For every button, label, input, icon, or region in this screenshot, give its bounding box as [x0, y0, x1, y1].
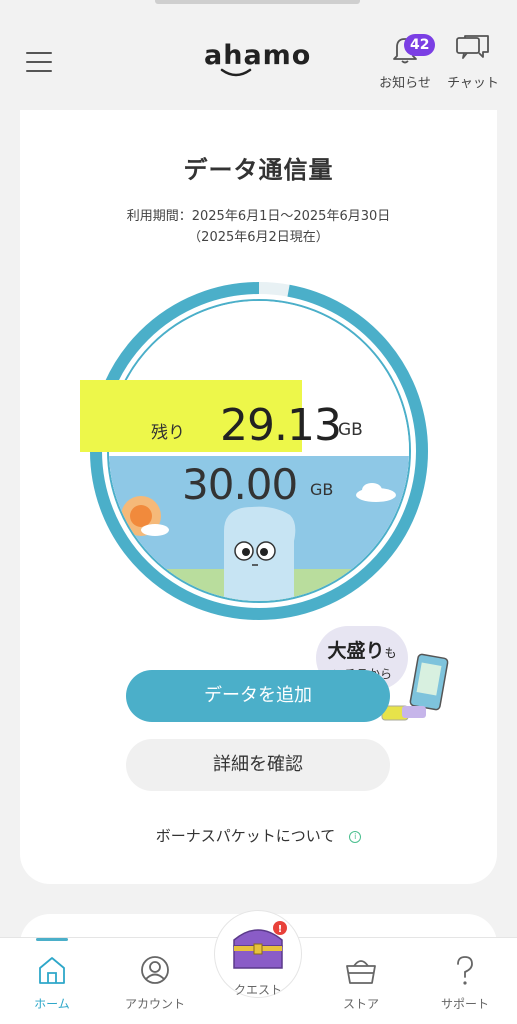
nav-account-label: アカウント	[124, 997, 185, 1011]
phone-device-icon[interactable]	[378, 650, 458, 730]
chat-button[interactable]: チャット	[442, 34, 504, 91]
notification-count-badge: 42	[404, 34, 436, 56]
bonus-packet-link[interactable]: ボーナスパケットについて i	[20, 825, 497, 846]
hamburger-menu-button[interactable]	[26, 52, 52, 72]
nav-store-label: ストア	[342, 997, 379, 1011]
treasure-chest-icon: !	[233, 921, 287, 969]
chat-label: チャット	[447, 76, 499, 91]
mascot-character-icon	[224, 506, 296, 601]
nav-quest-label: クエスト	[233, 983, 282, 997]
active-tab-indicator	[36, 938, 68, 941]
notifications-button[interactable]: 42 お知らせ	[374, 34, 436, 91]
bottom-navigation: ホーム アカウント ! クエスト ストア サポート	[0, 910, 517, 1024]
nav-support[interactable]: サポート	[420, 954, 510, 1012]
nav-support-label: サポート	[440, 997, 489, 1011]
remaining-unit: GB	[338, 420, 363, 440]
usage-period: 利用期間：2025年6月1日〜2025年6月30日 （2025年6月2日現在）	[20, 206, 497, 248]
sun-icon	[121, 496, 169, 536]
period-range: 利用期間：2025年6月1日〜2025年6月30日	[126, 209, 391, 224]
chat-bubbles-icon	[456, 35, 489, 59]
nav-store[interactable]: ストア	[316, 954, 406, 1012]
page-title: データ通信量	[183, 156, 334, 184]
remaining-label: 残り	[151, 423, 185, 443]
total-unit: GB	[310, 480, 334, 499]
total-value: 30.00	[182, 460, 298, 509]
data-usage-card: データ通信量 利用期間：2025年6月1日〜2025年6月30日 （2025年6…	[20, 110, 497, 884]
question-icon	[457, 956, 473, 985]
bonus-packet-label: ボーナスパケットについて	[155, 827, 336, 845]
cloud-icon	[356, 483, 396, 502]
period-as-of: （2025年6月2日現在）	[188, 230, 329, 245]
app-header: ahamo 42 お知らせ チャット	[0, 0, 517, 110]
ahamo-logo: ahamo	[204, 40, 312, 71]
add-data-button[interactable]: データを追加	[126, 670, 390, 722]
basket-icon	[346, 960, 376, 984]
nav-account[interactable]: アカウント	[110, 954, 200, 1012]
remaining-value: 29.13	[220, 400, 342, 451]
nav-home-label: ホーム	[34, 997, 70, 1011]
check-details-button[interactable]: 詳細を確認	[126, 739, 390, 791]
nav-home[interactable]: ホーム	[7, 954, 97, 1012]
notifications-label: お知らせ	[379, 76, 431, 91]
user-icon	[141, 956, 169, 984]
info-icon: i	[349, 830, 362, 843]
home-icon	[39, 957, 65, 984]
logo-smile-icon	[220, 68, 252, 77]
svg-text:!: !	[278, 924, 283, 935]
nav-quest[interactable]: ! クエスト	[213, 921, 303, 998]
